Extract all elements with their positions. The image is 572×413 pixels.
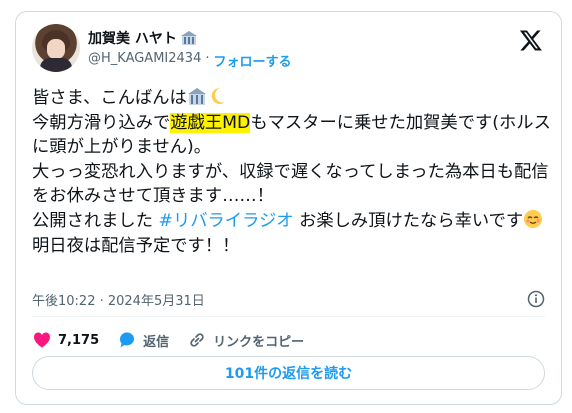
relieved-face-icon (524, 209, 543, 228)
like-count: 7,175 (58, 332, 100, 348)
link-icon (190, 333, 204, 347)
post-line-3: 大っっ変恐れ入りますが、収録で遅くなってしまった為本日も配信をお休みさせて頂きま… (32, 161, 549, 207)
heart-icon (33, 332, 51, 348)
post-text: 皆さま、こんばんは 今朝方滑り込みで遊戯王MDもマスターに乗せた加賀美です(ホル… (32, 86, 552, 258)
divider (32, 316, 545, 317)
post-header: 加賀美 ハヤト @H_KAGAMI2434 · フォローする (32, 24, 545, 74)
post-line-5: 明日夜は配信予定です！！ (32, 235, 240, 256)
author-handle-row: @H_KAGAMI2434 · フォローする (88, 51, 292, 70)
avatar[interactable] (32, 24, 80, 72)
highlighted-text: 遊戯王MD (170, 112, 251, 133)
copy-link-button[interactable]: リンクをコピー (187, 330, 304, 350)
reply-bubble-icon (120, 332, 135, 348)
post-line-4b: お楽しみ頂けたなら幸いです (293, 210, 524, 231)
x-logo-icon[interactable] (519, 28, 543, 52)
author-handle[interactable]: @H_KAGAMI2434 (88, 51, 201, 70)
info-icon[interactable] (527, 290, 545, 308)
crescent-moon-icon (211, 87, 225, 104)
post-timestamp[interactable]: 午後10:22 · 2024年5月31日 (32, 290, 205, 309)
post-line-4a: 公開されました (32, 210, 159, 231)
action-bar: 7,175 返信 リンクをコピー (32, 328, 322, 352)
hashtag-link[interactable]: #リバライラジオ (158, 211, 293, 231)
post-line-1: 皆さま、こんばんは (32, 88, 187, 108)
reply-button[interactable]: 返信 (117, 330, 169, 350)
follow-button[interactable]: フォローする (213, 51, 291, 70)
reply-label: 返信 (143, 334, 170, 350)
copy-link-label: リンクをコピー (213, 334, 305, 350)
post-card: 加賀美 ハヤト @H_KAGAMI2434 · フォローする 皆さま、こんばんは… (15, 11, 562, 405)
like-button[interactable]: 7,175 (32, 330, 99, 350)
building-emoji-icon (187, 88, 206, 105)
author-name-row[interactable]: 加賀美 ハヤト (88, 28, 197, 48)
author-display-name[interactable]: 加賀美 ハヤト (88, 28, 177, 48)
post-line-2a: 今朝方滑り込みで (32, 112, 171, 133)
building-icon (180, 31, 197, 45)
read-replies-button[interactable]: 101件の返信を読む (32, 356, 545, 390)
separator: · (205, 51, 210, 66)
